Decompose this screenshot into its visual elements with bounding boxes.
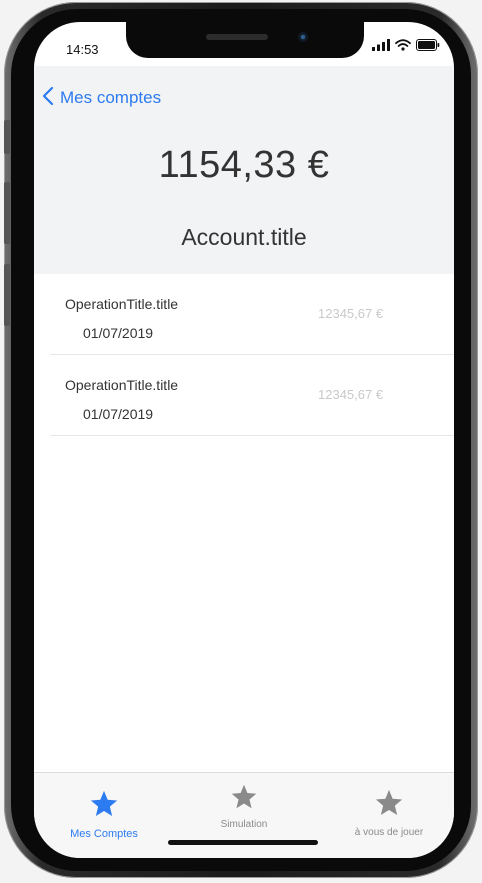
mute-switch: [4, 120, 10, 154]
status-time: 14:53: [66, 42, 99, 57]
tab-a-vous-de-jouer[interactable]: à vous de jouer: [334, 773, 444, 853]
back-button[interactable]: Mes comptes: [42, 86, 161, 110]
operation-title: OperationTitle.title: [65, 296, 179, 312]
operation-amount: 12345,67 €: [318, 306, 384, 321]
notch: [126, 22, 364, 58]
tab-label: à vous de jouer: [354, 827, 424, 838]
operations-list: OperationTitle.title 01/07/2019 12345,67…: [34, 274, 454, 436]
account-title: Account.title: [181, 224, 307, 250]
star-icon: [334, 788, 444, 823]
operation-date: 01/07/2019: [83, 325, 154, 341]
chevron-left-icon: [42, 86, 54, 111]
tab-bar: Mes Comptes Simulation à vous de jouer: [34, 772, 454, 858]
screenshot-stage: Mes comptes 1154,33 € Account.title 14:5…: [0, 0, 482, 883]
signal-icon: [372, 38, 390, 56]
back-button-label: Mes comptes: [60, 88, 162, 107]
battery-icon: [416, 38, 440, 56]
operation-date: 01/07/2019: [83, 406, 154, 422]
volume-down-button: [4, 264, 10, 326]
phone-screen: Mes comptes 1154,33 € Account.title 14:5…: [34, 22, 454, 858]
operation-amount: 12345,67 €: [318, 387, 384, 402]
tab-label: Mes Comptes: [70, 828, 138, 840]
status-icons: [372, 38, 440, 56]
operation-title: OperationTitle.title: [65, 377, 179, 393]
speaker-grille: [206, 34, 268, 40]
home-indicator[interactable]: [168, 840, 318, 845]
tab-label: Simulation: [220, 819, 268, 830]
account-header: Mes comptes 1154,33 € Account.title: [34, 66, 454, 274]
tab-mes-comptes[interactable]: Mes Comptes: [54, 773, 154, 853]
operation-row[interactable]: OperationTitle.title 01/07/2019 12345,67…: [50, 355, 454, 436]
volume-up-button: [4, 182, 10, 244]
operation-row[interactable]: OperationTitle.title 01/07/2019 12345,67…: [50, 274, 454, 355]
wifi-icon: [395, 38, 411, 56]
star-icon: [194, 783, 294, 816]
front-camera: [298, 32, 308, 42]
star-icon: [54, 789, 154, 824]
account-balance: 1154,33 €: [158, 144, 330, 186]
